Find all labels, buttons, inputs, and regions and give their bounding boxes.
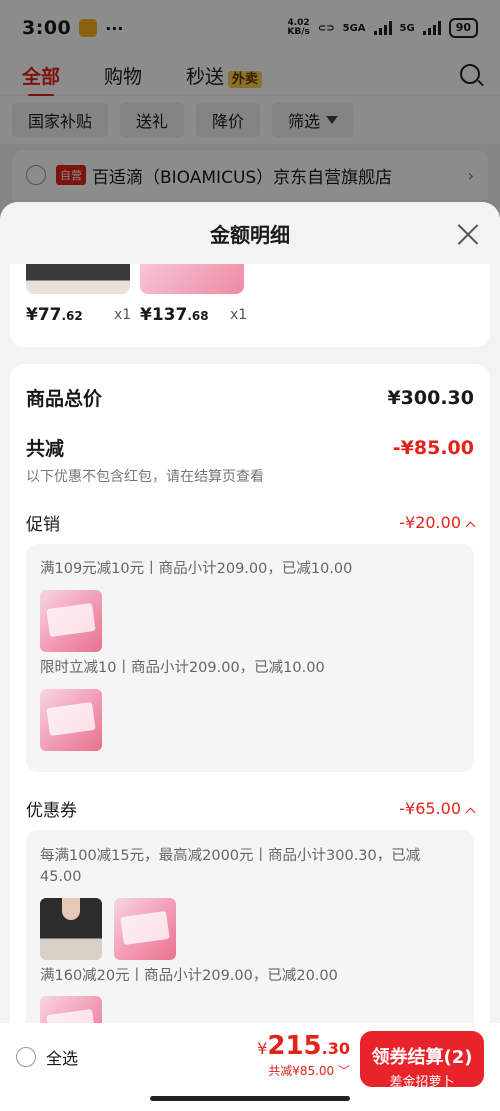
product-image-pink[interactable] <box>40 590 102 652</box>
product-price-1: ¥77.62 <box>26 305 83 325</box>
total-dec: .30 <box>321 1039 350 1058</box>
close-icon[interactable] <box>456 222 480 246</box>
chevron-up-icon <box>465 807 476 818</box>
total-reduced[interactable]: 共减¥85.00 ﹀ <box>257 1062 350 1079</box>
total-value: ¥300.30 <box>387 386 474 409</box>
coupon-row[interactable]: 优惠券 -¥65.00 <box>26 796 476 821</box>
amount-detail-sheet: 金额明细 ¥77.62 x1 ¥137.68 x1 商品总价 ¥300.30 共… <box>0 202 500 1111</box>
coupon-item-1: 每满100减15元，最高减2000元丨商品小计300.30，已减45.00 <box>40 848 421 885</box>
total-label: 商品总价 <box>26 388 103 410</box>
reduce-row: 共减 -¥85.00 <box>26 434 474 461</box>
coupon-amount: -¥65.00 <box>399 799 461 818</box>
reduce-value: -¥85.00 <box>392 436 474 459</box>
promo-item-2: 限时立减10丨商品小计209.00，已减10.00 <box>40 660 325 676</box>
sheet-title: 金额明细 <box>210 222 290 247</box>
total-row: 商品总价 ¥300.30 <box>26 384 474 411</box>
promo-label: 促销 <box>26 515 60 535</box>
coupon-item-2: 满160减20元丨商品小计209.00，已减20.00 <box>40 968 338 984</box>
product-image-dress[interactable] <box>40 898 102 960</box>
product-price-2: ¥137.68 <box>140 305 209 325</box>
promo-item-1: 满109元减10元丨商品小计209.00，已减10.00 <box>40 561 353 577</box>
product-qty-1: x1 <box>114 307 132 323</box>
promo-value: -¥20.00 <box>399 513 476 532</box>
product-qty-2: x1 <box>230 307 248 323</box>
coupon-label: 优惠券 <box>26 801 77 821</box>
total-price: ¥215.30 <box>257 1031 350 1061</box>
promo-row[interactable]: 促销 -¥20.00 <box>26 510 476 535</box>
promo-amount: -¥20.00 <box>399 513 461 532</box>
checkout-label: 领券结算(2) <box>371 1047 473 1068</box>
reduce-note: 以下优惠不包含红包，请在结算页查看 <box>26 469 264 485</box>
product-image-pink[interactable] <box>40 689 102 751</box>
promo-details: 满109元减10元丨商品小计209.00，已减10.00 限时立减10丨商品小计… <box>26 544 474 772</box>
total-amount[interactable]: ¥215.30 共减¥85.00 ﹀ <box>257 1031 350 1079</box>
reduce-label: 共减 <box>26 438 65 460</box>
total-int: 215 <box>267 1031 322 1061</box>
sheet-header: 金额明细 <box>0 202 500 264</box>
select-all[interactable]: 全选 <box>16 1045 78 1069</box>
price-dec: .68 <box>187 309 209 323</box>
product-thumb-2[interactable] <box>140 264 244 294</box>
price-dec: .62 <box>61 309 83 323</box>
price-int: ¥137 <box>140 305 188 325</box>
product-thumb-1[interactable] <box>26 264 130 294</box>
goods-card: ¥77.62 x1 ¥137.68 x1 <box>10 264 490 347</box>
select-all-radio[interactable] <box>16 1047 36 1067</box>
checkout-button[interactable]: 领券结算(2) 差金招萝卜 <box>360 1031 484 1087</box>
home-indicator[interactable] <box>150 1096 350 1101</box>
chevron-up-icon <box>465 521 476 532</box>
currency-symbol: ¥ <box>257 1039 268 1058</box>
checkout-sublabel: 差金招萝卜 <box>389 1075 455 1087</box>
select-all-label: 全选 <box>46 1049 79 1068</box>
product-image-pink[interactable] <box>114 898 176 960</box>
amount-detail-card: 商品总价 ¥300.30 共减 -¥85.00 以下优惠不包含红包，请在结算页查… <box>10 364 490 1111</box>
price-int: ¥77 <box>26 305 62 325</box>
coupon-value: -¥65.00 <box>399 799 476 818</box>
